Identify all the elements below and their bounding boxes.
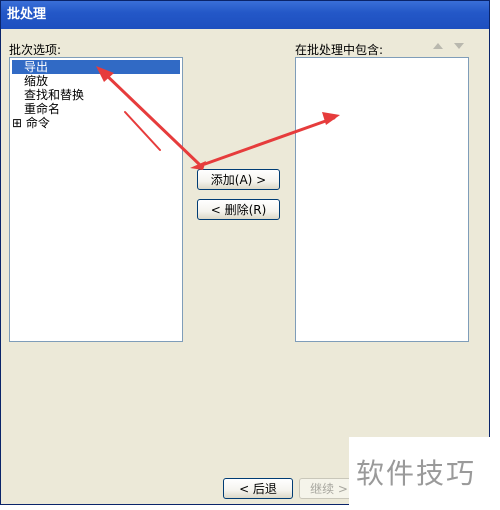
included-list[interactable] bbox=[295, 57, 469, 342]
watermark-text: 软件技巧 bbox=[356, 457, 477, 490]
move-down-icon[interactable] bbox=[454, 43, 464, 49]
window-title: 批处理 bbox=[1, 1, 489, 29]
list-item-label: 命令 bbox=[25, 116, 50, 130]
list-item-label: 查找和替换 bbox=[24, 88, 85, 102]
move-up-icon[interactable] bbox=[433, 43, 443, 49]
batch-options-list[interactable]: 导出 缩放 查找和替换 重命名 ⊞ 命令 bbox=[9, 57, 183, 342]
list-item-label: 缩放 bbox=[24, 74, 49, 88]
list-item-export[interactable]: 导出 bbox=[12, 60, 180, 74]
list-item-find-replace[interactable]: 查找和替换 bbox=[10, 88, 182, 102]
remove-button[interactable]: < 删除(R) bbox=[197, 199, 280, 220]
list-item-scale[interactable]: 缩放 bbox=[10, 74, 182, 88]
back-button[interactable]: < 后退 bbox=[223, 478, 293, 499]
list-item-commands[interactable]: ⊞ 命令 bbox=[10, 116, 182, 130]
list-item-label: 导出 bbox=[24, 60, 49, 74]
list-item-label: 重命名 bbox=[24, 102, 61, 116]
expand-icon[interactable]: ⊞ bbox=[12, 116, 22, 130]
included-label: 在批处理中包含: bbox=[295, 43, 384, 57]
batch-options-label: 批次选项: bbox=[9, 43, 62, 57]
add-button[interactable]: 添加(A) > bbox=[197, 169, 280, 190]
list-item-rename[interactable]: 重命名 bbox=[10, 102, 182, 116]
batch-dialog: 批处理 批次选项: 导出 缩放 查找和替换 重命名 ⊞ 命令 在批处理中包含: … bbox=[0, 0, 490, 505]
